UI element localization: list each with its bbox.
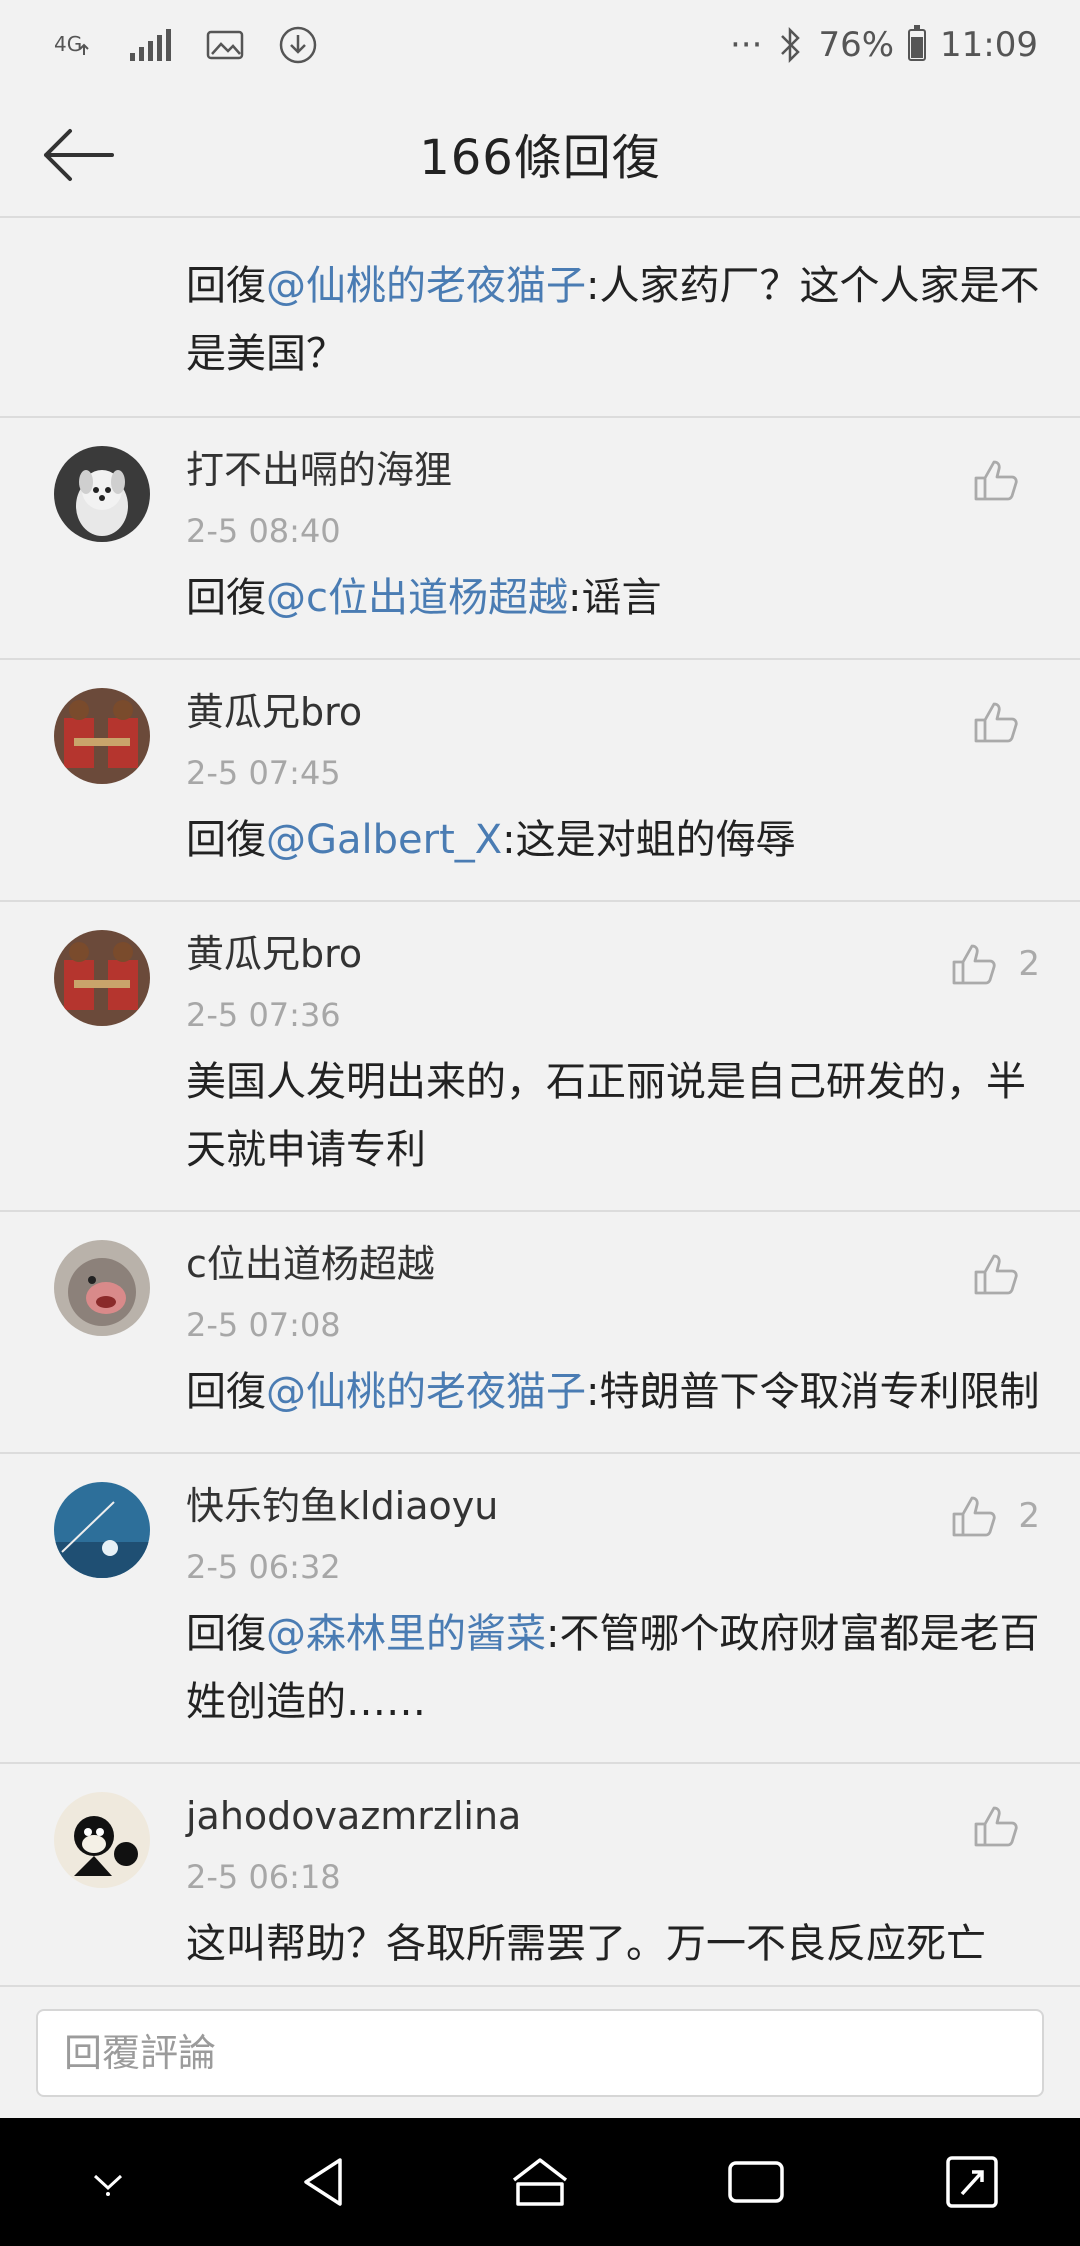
download-icon (278, 25, 318, 65)
reply-prefix: 回復 (186, 263, 266, 309)
basketball-players-avatar-icon (54, 930, 150, 1026)
comment-text: :谣言 (568, 575, 662, 621)
comment-item: jahodovazmrzlina 2-5 06:18 这叫帮助？各取所需罢了。万… (0, 1764, 1080, 1985)
mention-link[interactable]: @森林里的酱菜 (266, 1611, 546, 1657)
mention-link[interactable]: @c位出道杨超越 (266, 575, 568, 621)
comment-text: 这叫帮助？各取所需罢了。万一不良反应死亡 (186, 1921, 986, 1967)
like-button[interactable] (972, 458, 1040, 502)
reply-bar (0, 1985, 1080, 2118)
comment-item: c位出道杨超越 2-5 07:08 回復@仙桃的老夜猫子:特朗普下令取消专利限制 (0, 1212, 1080, 1454)
thumbs-up-icon (974, 702, 1018, 743)
thumbs-up-icon (952, 1496, 996, 1537)
like-count: 2 (1018, 944, 1040, 984)
username[interactable]: 快乐钓鱼kldiaoyu (186, 1478, 1040, 1534)
like-button[interactable]: 2 (950, 942, 1040, 986)
timestamp: 2-5 06:18 (186, 1858, 341, 1896)
status-bar: 4G ··· 76% 11:09 (0, 0, 1080, 90)
username[interactable]: 黄瓜兄bro (186, 926, 1040, 982)
comment-body: 回復@c位出道杨超越:谣言 (186, 564, 1040, 632)
like-button[interactable] (972, 1252, 1040, 1296)
thumbs-up-icon (974, 1806, 1018, 1847)
thumbs-up-icon (952, 944, 996, 985)
basketball-players-avatar-icon (54, 688, 150, 784)
reply-prefix: 回復 (186, 1369, 266, 1415)
svg-text:4G: 4G (54, 32, 82, 56)
like-button[interactable] (972, 1804, 1040, 1848)
thumbs-up-icon (974, 1254, 1018, 1295)
signal-icon (128, 27, 172, 63)
dog-avatar-icon (54, 446, 150, 542)
battery-icon (908, 25, 927, 61)
timestamp: 2-5 07:45 (186, 754, 341, 792)
avatar[interactable] (54, 1482, 150, 1578)
timestamp: 2-5 06:32 (186, 1548, 341, 1586)
comment-item: 快乐钓鱼kldiaoyu 2-5 06:32 回復@森林里的酱菜:不管哪个政府财… (0, 1454, 1080, 1764)
comment-item: 打不出嗝的海狸 2-5 08:40 回復@c位出道杨超越:谣言 (0, 418, 1080, 660)
status-left: 4G (54, 25, 318, 65)
thumbs-up-icon (974, 460, 1018, 501)
comment-body: 回復@森林里的酱菜:不管哪个政府财富都是老百姓创造的…… (186, 1600, 1040, 1736)
comment-body: 回復@Galbert_X:这是对蛆的侮辱 (186, 806, 1040, 874)
avatar[interactable] (54, 688, 150, 784)
avatar[interactable] (54, 446, 150, 542)
reply-prefix: 回復 (186, 1611, 266, 1657)
mention-link[interactable]: @Galbert_X (266, 817, 502, 863)
comment-body: 回復@仙桃的老夜猫子:人家药厂？这个人家是不是美国？ (186, 252, 1040, 388)
avatar[interactable] (54, 1792, 150, 1888)
fishing-avatar-icon (54, 1482, 150, 1578)
comment-item: 回復@仙桃的老夜猫子:人家药厂？这个人家是不是美国？ (0, 220, 1080, 418)
mention-link[interactable]: @仙桃的老夜猫子 (266, 263, 586, 309)
page-title: 166條回復 (419, 130, 661, 186)
status-right: ··· 76% 11:09 (730, 25, 1038, 65)
comment-text: :这是对蛆的侮辱 (502, 817, 796, 863)
username[interactable]: c位出道杨超越 (186, 1236, 1040, 1292)
like-button[interactable]: 2 (950, 1494, 1040, 1538)
header: 166條回復 (0, 90, 1080, 218)
username[interactable]: 黄瓜兄bro (186, 684, 1040, 740)
comment-text: 美国人发明出来的，石正丽说是自己研发的，半天就申请专利 (186, 1059, 1026, 1173)
nav-recents-button[interactable] (696, 2132, 816, 2232)
home-icon (512, 2158, 568, 2206)
username[interactable]: jahodovazmrzlina (186, 1788, 1040, 1844)
comment-text: :特朗普下令取消专利限制 (586, 1369, 1040, 1415)
nav-home-button[interactable] (480, 2132, 600, 2232)
recents-icon (728, 2161, 784, 2203)
battery-percent: 76% (818, 25, 895, 65)
comment-item: 黄瓜兄bro 2-5 07:36 美国人发明出来的，石正丽说是自己研发的，半天就… (0, 902, 1080, 1212)
back-triangle-icon (304, 2158, 342, 2206)
like-count: 2 (1018, 1496, 1040, 1536)
image-icon (206, 28, 244, 62)
nav-expand-button[interactable] (912, 2132, 1032, 2232)
comment-list[interactable]: 回復@仙桃的老夜猫子:人家药厂？这个人家是不是美国？ 打不出嗝的海狸 2-5 0… (0, 220, 1080, 1985)
timestamp: 2-5 07:08 (186, 1306, 341, 1344)
nav-back-button[interactable] (264, 2132, 384, 2232)
reply-prefix: 回復 (186, 817, 266, 863)
avatar[interactable] (54, 1240, 150, 1336)
timestamp: 2-5 07:36 (186, 996, 341, 1034)
comment-body: 回復@仙桃的老夜猫子:特朗普下令取消专利限制 (186, 1358, 1040, 1426)
reply-input[interactable] (36, 2009, 1044, 2097)
avatar[interactable] (54, 930, 150, 1026)
bluetooth-icon (776, 26, 804, 64)
comment-body: 美国人发明出来的，石正丽说是自己研发的，半天就申请专利 (186, 1048, 1040, 1184)
system-nav-bar (0, 2118, 1080, 2246)
like-button[interactable] (972, 700, 1040, 744)
hide-keyboard-button[interactable] (48, 2132, 168, 2232)
mention-link[interactable]: @仙桃的老夜猫子 (266, 1369, 586, 1415)
monkey-avatar-icon (54, 1240, 150, 1336)
chevron-down-icon (93, 2174, 123, 2196)
comment-item: 黄瓜兄bro 2-5 07:45 回復@Galbert_X:这是对蛆的侮辱 (0, 660, 1080, 902)
timestamp: 2-5 08:40 (186, 512, 341, 550)
cartoon-cat-avatar-icon (54, 1792, 150, 1888)
username[interactable]: 打不出嗝的海狸 (186, 442, 1040, 498)
network-4g-icon: 4G (54, 25, 94, 65)
reply-prefix: 回復 (186, 575, 266, 621)
clock: 11:09 (940, 25, 1038, 65)
comment-body: 这叫帮助？各取所需罢了。万一不良反应死亡 (186, 1910, 1040, 1978)
status-dots: ··· (730, 25, 763, 65)
expand-icon (946, 2156, 998, 2208)
